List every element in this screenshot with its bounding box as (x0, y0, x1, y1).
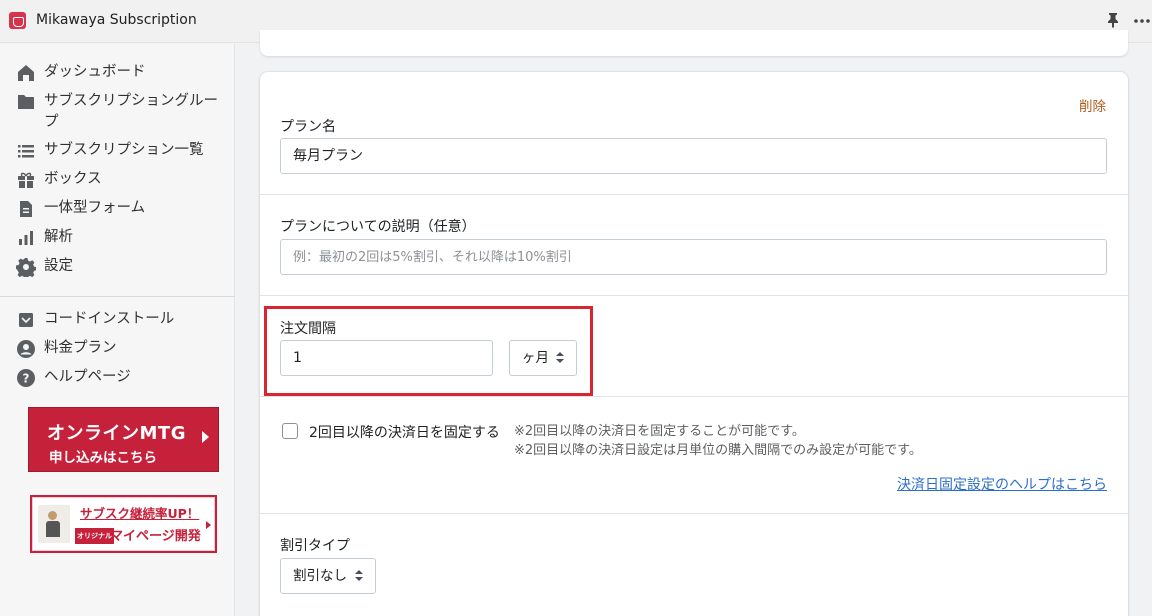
banner-mtg-subtitle: 申し込みはこちら (49, 450, 157, 466)
mypage-dev-banner[interactable]: サブスク継続率UP！ オリジナル マイページ開発 (30, 495, 217, 553)
inbox-icon (16, 310, 36, 330)
sidebar-item-label: 料金プラン (44, 340, 117, 356)
user-circle-icon (16, 339, 36, 359)
sidebar-item-label: 設定 (44, 258, 73, 274)
fixed-billing-checkbox[interactable] (282, 423, 298, 439)
folder-icon (16, 92, 36, 112)
app-logo-icon (9, 12, 26, 29)
gift-icon (16, 170, 36, 190)
banner-mypage-tag: オリジナル (75, 528, 114, 544)
fixed-billing-label[interactable]: 2回目以降の決済日を固定する (309, 422, 500, 442)
sidebar-item-help[interactable]: ? ヘルプページ (16, 367, 219, 388)
svg-text:?: ? (23, 372, 30, 386)
plan-name-value: 毎月プラン (293, 148, 363, 164)
sidebar-item-dashboard[interactable]: ダッシュボード (16, 62, 219, 83)
sidebar-item-label: ダッシュボード (44, 64, 146, 80)
sidebar-item-label: コードインストール (44, 311, 175, 327)
question-icon: ? (16, 368, 36, 388)
fixed-billing-note-1: ※2回目以降の決済日を固定することが可能です。 (514, 424, 805, 439)
sidebar-item-analytics[interactable]: 解析 (16, 227, 219, 248)
sidebar-item-subscription-list[interactable]: サブスクリプション一覧 (16, 140, 219, 161)
sidebar-item-settings[interactable]: 設定 (16, 256, 219, 280)
online-mtg-banner[interactable]: オンラインMTG 申し込みはこちら (28, 407, 219, 472)
bar-chart-icon (16, 228, 36, 248)
person-illustration (38, 505, 70, 543)
banner-mypage-title: サブスク継続率UP！ (80, 506, 200, 521)
sidebar-item-label: サブスクリプショングループ (44, 93, 218, 130)
arrow-right-icon (206, 521, 211, 529)
banner-mtg-title: オンラインMTG (47, 423, 186, 444)
section-divider (260, 396, 1128, 397)
sidebar-item-label: サブスクリプション一覧 (44, 142, 204, 158)
sidebar-item-label: ヘルプページ (44, 369, 131, 385)
sidebar-item-subscription-groups[interactable]: サブスクリプショングループ (16, 91, 219, 133)
plan-name-input[interactable]: 毎月プラン (280, 138, 1107, 174)
sidebar-item-box[interactable]: ボックス (16, 169, 219, 190)
section-divider (260, 513, 1128, 514)
section-divider (260, 295, 1128, 296)
pin-icon[interactable] (1104, 12, 1122, 30)
highlight-box (264, 306, 593, 396)
document-icon (16, 199, 36, 219)
sidebar-item-label: ボックス (44, 171, 102, 187)
section-divider (260, 194, 1128, 195)
sidebar: ダッシュボード サブスクリプショングループ サブスクリプション一覧 ボックス 一… (0, 44, 235, 616)
discount-type-value: 割引なし (293, 568, 347, 584)
sidebar-item-code-install[interactable]: コードインストール (16, 309, 219, 330)
delete-plan-link[interactable]: 削除 (1079, 95, 1106, 115)
select-caret-icon (355, 570, 363, 582)
sidebar-item-label: 解析 (44, 229, 73, 245)
app-title: Mikawaya Subscription (36, 12, 197, 28)
sidebar-item-form[interactable]: 一体型フォーム (16, 198, 219, 219)
plan-description-placeholder: 例：最初の2回は5%割引、それ以降は10%割引 (293, 250, 572, 265)
banner-mypage-subtitle: マイページ開発 (110, 529, 201, 544)
sidebar-divider (0, 296, 235, 297)
more-icon[interactable] (1132, 10, 1152, 30)
sidebar-item-label: 一体型フォーム (44, 200, 146, 216)
plan-description-input[interactable]: 例：最初の2回は5%割引、それ以降は10%割引 (280, 239, 1107, 275)
plan-name-label: プラン名 (280, 119, 336, 135)
plan-description-label: プランについての説明（任意） (280, 219, 476, 235)
discount-type-label: 割引タイプ (280, 538, 350, 554)
home-icon (16, 63, 36, 83)
previous-card (260, 30, 1128, 56)
list-icon (16, 141, 36, 161)
fixed-billing-note-2: ※2回目以降の決済日設定は月単位の購入間隔でのみ設定が可能です。 (514, 443, 922, 458)
gear-icon (16, 257, 37, 280)
discount-type-select[interactable]: 割引なし (280, 558, 376, 594)
arrow-right-icon (202, 431, 209, 443)
sidebar-item-pricing[interactable]: 料金プラン (16, 338, 219, 359)
fixed-billing-help-link[interactable]: 決済日固定設定のヘルプはこちら (897, 474, 1107, 494)
